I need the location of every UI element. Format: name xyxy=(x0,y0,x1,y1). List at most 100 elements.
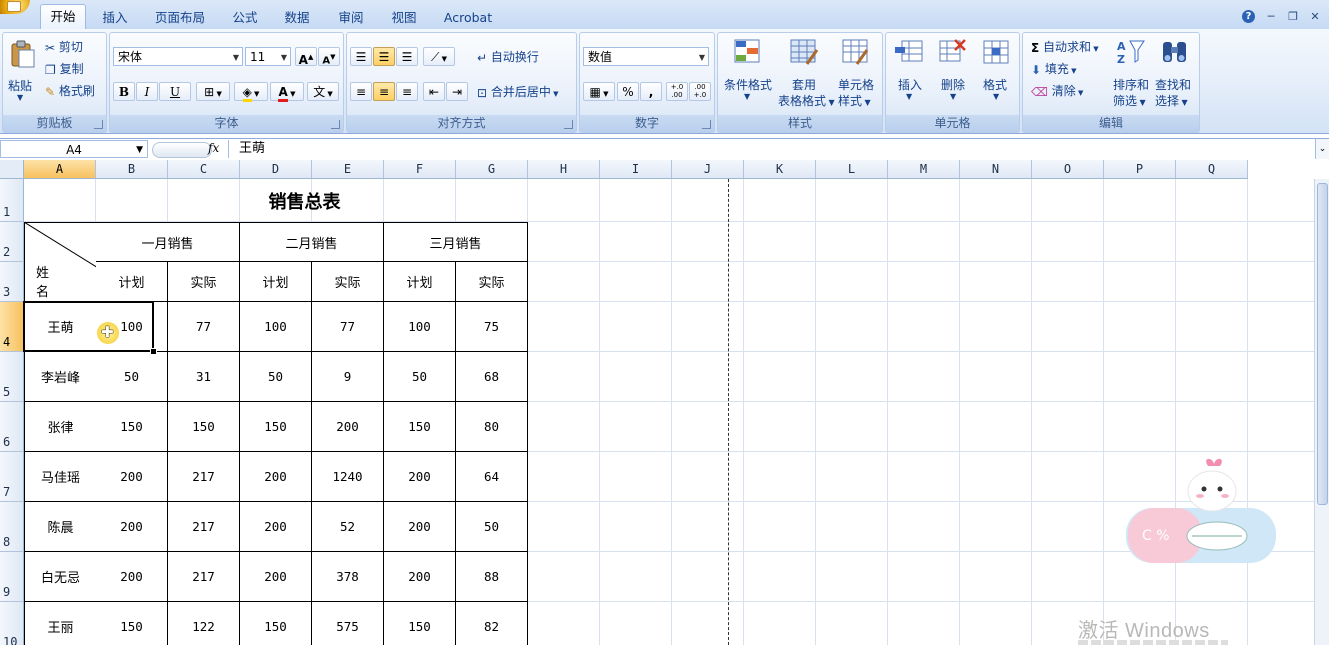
value-cell[interactable]: 150 xyxy=(96,402,168,452)
value-cell[interactable]: 150 xyxy=(168,402,240,452)
value-cell[interactable]: 100 xyxy=(384,302,456,352)
column-header-i[interactable]: I xyxy=(600,160,672,179)
value-cell[interactable]: 122 xyxy=(168,602,240,645)
column-header-j[interactable]: J xyxy=(672,160,744,179)
value-cell[interactable]: 150 xyxy=(240,402,312,452)
value-cell[interactable]: 150 xyxy=(384,602,456,645)
increase-decimal-button[interactable]: +.0 .00 xyxy=(666,82,688,101)
align-left-button[interactable]: ≡ xyxy=(350,82,372,101)
value-cell[interactable]: 50 xyxy=(384,352,456,402)
row-header-6[interactable]: 6 xyxy=(0,402,24,452)
fill-handle[interactable] xyxy=(150,348,157,355)
vertical-scrollbar[interactable] xyxy=(1314,179,1329,645)
column-header-d[interactable]: D xyxy=(240,160,312,179)
font-name-combo[interactable]: 宋体 ▼ xyxy=(113,47,243,66)
restore-icon[interactable]: ❐ xyxy=(1287,10,1299,23)
row-header-2[interactable]: 2 xyxy=(0,222,24,262)
fill-button[interactable]: ⬇ 填充 ▼ xyxy=(1031,60,1077,77)
table-title[interactable]: 销售总表 xyxy=(24,179,585,222)
conditional-format-button[interactable]: 条件格式 ▼ xyxy=(720,35,776,110)
formula-splitter[interactable] xyxy=(152,142,212,158)
value-cell[interactable]: 150 xyxy=(96,602,168,645)
column-header-f[interactable]: F xyxy=(384,160,456,179)
value-cell[interactable]: 77 xyxy=(312,302,384,352)
grow-font-button[interactable]: A▲ xyxy=(295,47,317,67)
expand-formula-bar-icon[interactable]: ⌄ xyxy=(1315,139,1329,159)
column-header-h[interactable]: H xyxy=(528,160,600,179)
name-cell[interactable]: 陈晨 xyxy=(24,502,97,552)
value-cell[interactable]: 200 xyxy=(240,502,312,552)
increase-indent-button[interactable]: ⇥ xyxy=(446,82,468,101)
column-header-l[interactable]: L xyxy=(816,160,888,179)
value-cell[interactable]: 88 xyxy=(456,552,528,602)
dialog-launcher-icon[interactable] xyxy=(702,120,711,129)
align-center-button[interactable]: ≡ xyxy=(373,82,395,101)
name-cell[interactable]: 白无忌 xyxy=(24,552,97,602)
value-cell[interactable]: 75 xyxy=(456,302,528,352)
value-cell[interactable]: 200 xyxy=(384,552,456,602)
align-top-button[interactable]: ☰ xyxy=(350,47,372,66)
sort-filter-button[interactable]: A Z 排序和 筛选 ▼ xyxy=(1111,35,1151,110)
value-cell[interactable]: 200 xyxy=(96,452,168,502)
value-cell[interactable]: 150 xyxy=(240,602,312,645)
value-cell[interactable]: 200 xyxy=(240,552,312,602)
tab-insert[interactable]: 插入 xyxy=(94,8,136,28)
align-bottom-button[interactable]: ☰ xyxy=(396,47,418,66)
font-size-combo[interactable]: 11 ▼ xyxy=(245,47,291,66)
row-header-1[interactable]: 1 xyxy=(0,179,24,222)
dialog-launcher-icon[interactable] xyxy=(331,120,340,129)
format-as-table-button[interactable]: 套用 表格格式 ▼ xyxy=(776,35,835,110)
tab-data[interactable]: 数据 xyxy=(276,8,318,28)
column-header-n[interactable]: N xyxy=(960,160,1032,179)
value-cell[interactable]: 100 xyxy=(240,302,312,352)
fill-color-button[interactable]: ◈ ▼ xyxy=(234,82,268,102)
align-right-button[interactable]: ≡ xyxy=(396,82,418,101)
month-header[interactable]: 二月销售 xyxy=(240,222,384,262)
font-color-button[interactable]: A ▼ xyxy=(270,82,304,102)
row-header-7[interactable]: 7 xyxy=(0,452,24,502)
value-cell[interactable]: 77 xyxy=(168,302,240,352)
cut-button[interactable]: ✂ 剪切 xyxy=(45,38,83,55)
value-cell[interactable]: 217 xyxy=(168,552,240,602)
paste-button[interactable]: 粘贴 ▼ xyxy=(6,37,36,107)
phonetic-button[interactable]: 文 ▼ xyxy=(307,82,339,101)
minimize-icon[interactable]: ─ xyxy=(1265,10,1277,23)
select-all-corner[interactable] xyxy=(0,160,24,179)
comma-button[interactable]: , xyxy=(640,82,662,101)
name-cell[interactable]: 王丽 xyxy=(24,602,97,645)
row-header-3[interactable]: 3 xyxy=(0,262,24,302)
column-header-p[interactable]: P xyxy=(1104,160,1176,179)
bold-button[interactable]: B xyxy=(113,82,135,101)
close-icon[interactable]: ✕ xyxy=(1309,10,1321,23)
shrink-font-button[interactable]: A▼ xyxy=(318,47,340,66)
value-cell[interactable]: 64 xyxy=(456,452,528,502)
value-cell[interactable]: 50 xyxy=(96,352,168,402)
dialog-launcher-icon[interactable] xyxy=(94,120,103,129)
column-header-q[interactable]: Q xyxy=(1176,160,1248,179)
row-header-4[interactable]: 4 xyxy=(0,302,24,352)
find-select-button[interactable]: 查找和 选择 ▼ xyxy=(1153,35,1197,110)
value-cell[interactable]: 200 xyxy=(384,452,456,502)
month-header[interactable]: 一月销售 xyxy=(96,222,240,262)
autosum-button[interactable]: Σ 自动求和 ▼ xyxy=(1031,38,1099,55)
decrease-indent-button[interactable]: ⇤ xyxy=(423,82,445,101)
column-header-b[interactable]: B xyxy=(96,160,168,179)
value-cell[interactable]: 200 xyxy=(240,452,312,502)
currency-button[interactable]: ▦ ▼ xyxy=(583,82,615,101)
office-button[interactable] xyxy=(0,0,30,14)
value-cell[interactable]: 31 xyxy=(168,352,240,402)
value-cell[interactable]: 200 xyxy=(384,502,456,552)
align-middle-button[interactable]: ☰ xyxy=(373,47,395,66)
tab-view[interactable]: 视图 xyxy=(383,8,425,28)
column-header-k[interactable]: K xyxy=(744,160,816,179)
insert-cells-button[interactable]: 插入 ▼ xyxy=(888,35,930,110)
month-header[interactable]: 三月销售 xyxy=(384,222,528,262)
formula-input[interactable]: 王萌 xyxy=(228,140,1315,158)
row-header-5[interactable]: 5 xyxy=(0,352,24,402)
value-cell[interactable]: 575 xyxy=(312,602,384,645)
help-icon[interactable]: ? xyxy=(1242,9,1255,23)
row-header-10[interactable]: 10 xyxy=(0,602,24,645)
sub-header[interactable]: 实际 xyxy=(168,262,240,302)
value-cell[interactable]: 200 xyxy=(96,502,168,552)
value-cell[interactable]: 200 xyxy=(312,402,384,452)
